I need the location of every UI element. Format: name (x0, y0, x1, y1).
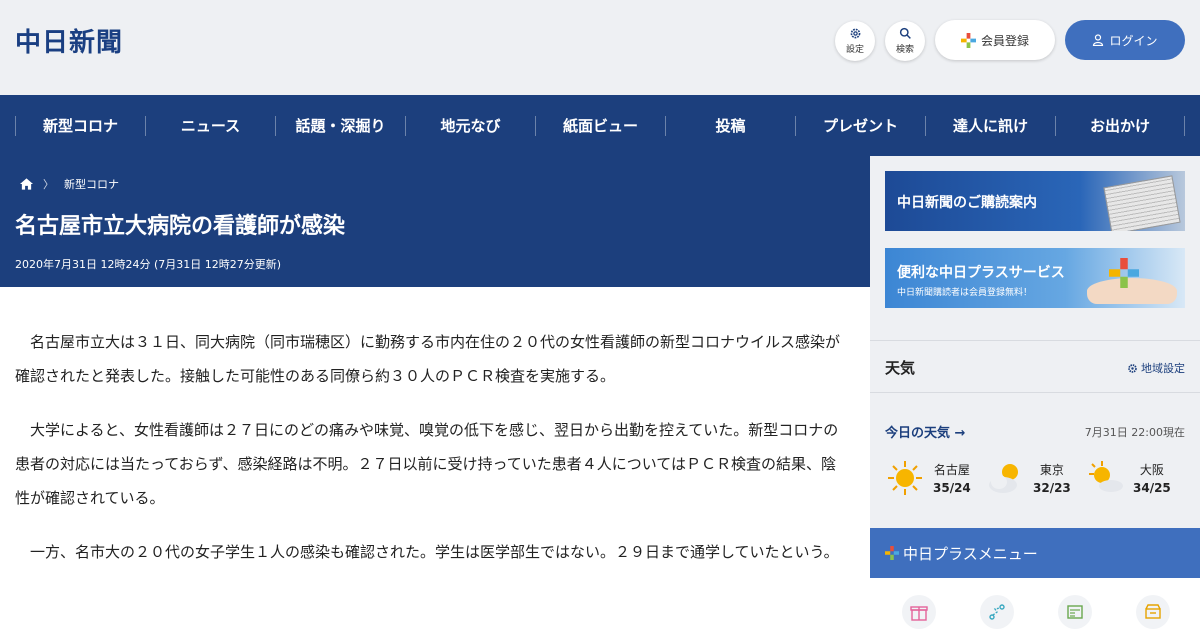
sun-icon (888, 460, 922, 495)
city-temperature: 35/24 (933, 480, 971, 495)
newspaper-icon[interactable] (1058, 595, 1092, 629)
site-header: 中日新聞 設定 検索 会員登録 ログイン (0, 0, 1200, 95)
city-temperature: 34/25 (1133, 480, 1171, 495)
weather-header: 天気 地域設定 (870, 340, 1200, 393)
chunichi-plus-icon (885, 546, 899, 560)
today-weather-label: 今日の天気 (885, 426, 951, 441)
plus-menu-icons (870, 578, 1200, 630)
register-label: 会員登録 (980, 33, 1029, 48)
home-icon[interactable] (20, 178, 33, 190)
plus-service-banner[interactable]: 便利な中日プラスサービス 中日新聞購読者は会員登録無料！ (885, 248, 1185, 308)
coupon-icon[interactable] (1136, 595, 1170, 629)
chunichi-plus-icon (1109, 258, 1139, 288)
nav-item-outing[interactable]: お出かけ (1055, 115, 1185, 136)
today-weather-link[interactable]: 今日の天気 → (885, 422, 965, 441)
login-label: ログイン (1109, 33, 1158, 48)
plus-service-subtitle: 中日新聞購読者は会員登録無料！ (897, 288, 1033, 298)
gear-icon (850, 28, 860, 39)
register-button[interactable]: 会員登録 (935, 20, 1055, 60)
article-header: 〉 新型コロナ 名古屋市立大病院の看護師が感染 2020年7月31日 12時24… (0, 156, 870, 287)
gift-icon[interactable] (902, 595, 936, 629)
subscription-banner-title: 中日新聞のご購読案内 (897, 195, 1037, 211)
site-logo[interactable]: 中日新聞 (15, 22, 123, 59)
nav-item-corona[interactable]: 新型コロナ (15, 115, 145, 136)
weather-cities: 名古屋 35/24 東京 32/23 大阪 34/25 (885, 455, 1185, 500)
article-date: 2020年7月31日 12時24分 (7月31日 12時27分更新) (15, 258, 282, 271)
user-icon (1093, 34, 1104, 46)
region-settings-link[interactable]: 地域設定 (1127, 360, 1185, 376)
weather-city[interactable]: 名古屋 35/24 (885, 455, 985, 500)
breadcrumb: 〉 新型コロナ (20, 176, 119, 192)
breadcrumb-separator: 〉 (43, 178, 54, 191)
plus-menu-header: 中日プラスメニュー (870, 528, 1200, 578)
search-icon (899, 27, 911, 39)
article-body: 名古屋市立大は３１日、同大病院（同市瑞穂区）に勤務する市内在住の２０代の女性看護… (0, 287, 870, 630)
sun-cloud-icon (1089, 460, 1123, 492)
nav-item-post[interactable]: 投稿 (665, 115, 795, 136)
plus-menu-title: 中日プラスメニュー (903, 544, 1038, 563)
chunichi-plus-icon (960, 32, 976, 48)
nav-item-paper-view[interactable]: 紙面ビュー (535, 115, 665, 136)
city-temperature: 32/23 (1033, 480, 1071, 495)
search-button[interactable]: 検索 (885, 21, 925, 61)
nav-item-news[interactable]: ニュース (145, 115, 275, 136)
city-name: 名古屋 (933, 462, 970, 477)
login-button[interactable]: ログイン (1065, 20, 1185, 60)
breadcrumb-category[interactable]: 新型コロナ (64, 176, 119, 192)
sun-cloud-icon (989, 463, 1018, 493)
weather-as-of: 7月31日 22:00現在 (1084, 426, 1185, 439)
article-title: 名古屋市立大病院の看護師が感染 (15, 214, 346, 239)
settings-button[interactable]: 設定 (835, 21, 875, 61)
route-icon[interactable] (980, 595, 1014, 629)
weather-heading: 天気 (885, 359, 916, 377)
nav-item-experts[interactable]: 達人に訊け (925, 115, 1055, 136)
settings-label: 設定 (845, 45, 864, 55)
article-paragraph: 大学によると、女性看護師は２７日にのどの痛みや味覚、嗅覚の低下を感じ、翌日から出… (15, 421, 839, 507)
arrow-right-icon: → (954, 426, 966, 441)
search-label: 検索 (895, 45, 914, 55)
nav-item-present[interactable]: プレゼント (795, 115, 925, 136)
city-name: 大阪 (1139, 462, 1164, 477)
gear-icon (1128, 363, 1137, 373)
region-settings-label: 地域設定 (1141, 362, 1185, 375)
subscription-banner[interactable]: 中日新聞のご購読案内 (885, 171, 1185, 231)
city-name: 東京 (1039, 462, 1064, 477)
plus-service-title: 便利な中日プラスサービス (897, 265, 1065, 281)
article-paragraph: 名古屋市立大は３１日、同大病院（同市瑞穂区）に勤務する市内在住の２０代の女性看護… (15, 333, 841, 385)
article-paragraph: 一方、名市大の２０代の女子学生１人の感染も確認された。学生は医学部生ではない。２… (30, 543, 839, 561)
weather-city[interactable]: 大阪 34/25 (1085, 455, 1185, 500)
main-nav: 新型コロナ ニュース 話題・深掘り 地元なび 紙面ビュー 投稿 プレゼント 達人… (0, 95, 1200, 156)
newspaper-image (1103, 175, 1181, 231)
weather-city[interactable]: 東京 32/23 (985, 455, 1085, 500)
nav-item-topics[interactable]: 話題・深掘り (275, 115, 405, 136)
nav-item-local[interactable]: 地元なび (405, 115, 535, 136)
